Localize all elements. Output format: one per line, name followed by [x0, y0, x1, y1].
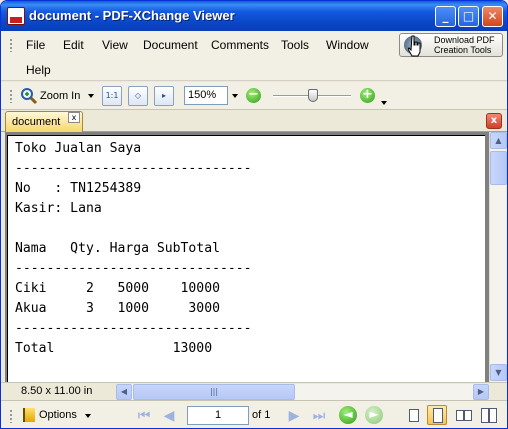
menu-bar: File Edit View Document Comments Tools W… [1, 31, 507, 81]
doc-line-store-name: Toko Jualan Saya [15, 141, 142, 156]
menu-file[interactable]: File [26, 38, 45, 52]
maximize-button[interactable]: □ [458, 6, 479, 27]
fit-page-icon[interactable]: ◇ [128, 86, 148, 106]
vertical-scroll-thumb[interactable] [490, 151, 507, 185]
doc-line-header: Nama Qty. Harga SubTotal [15, 241, 220, 256]
tab-close-icon[interactable]: x [68, 112, 80, 123]
doc-line-total: Total 13000 [15, 341, 213, 356]
zoom-level-input[interactable]: 150% [184, 86, 228, 105]
doc-line-separator: ------------------------------ [15, 261, 252, 276]
options-button[interactable]: Options [39, 409, 77, 421]
first-page-icon[interactable]: ⏮ [136, 408, 152, 424]
horizontal-scroll-thumb[interactable]: ||| [133, 384, 295, 400]
minimize-button[interactable]: _ [435, 6, 456, 27]
doc-line-number: No : TN1254389 [15, 181, 142, 196]
close-button[interactable]: ✕ [482, 6, 503, 27]
document-tab-strip: document x x [1, 110, 507, 132]
menu-edit[interactable]: Edit [63, 38, 84, 52]
scroll-down-button[interactable]: ▼ [490, 364, 507, 381]
forward-view-icon[interactable]: ► [365, 406, 383, 424]
next-page-icon[interactable]: ▶ [286, 408, 302, 424]
back-view-icon[interactable]: ◄ [339, 406, 357, 424]
doc-line-cashier: Kasir: Lana [15, 201, 102, 216]
tab-document-label: document [12, 116, 61, 128]
actual-size-icon[interactable]: 1:1 [102, 86, 122, 106]
menu-comments[interactable]: Comments [211, 38, 269, 52]
magnifier-icon[interactable] [20, 87, 38, 105]
menu-help[interactable]: Help [26, 63, 51, 77]
flag-icon[interactable] [23, 408, 35, 422]
horizontal-scrollbar[interactable]: ◀ ||| ▶ [116, 384, 489, 400]
page-count-label: of 1 [252, 409, 271, 421]
menu-window[interactable]: Window [326, 38, 369, 52]
zoom-in-label[interactable]: Zoom In [40, 90, 80, 102]
toolbar-grip-icon[interactable] [9, 89, 13, 103]
navigation-bar: Options ⏮ ◀ 1 of 1 ▶ ⏭ ◄ ► [1, 400, 507, 428]
window-title: document - PDF-XChange Viewer [29, 8, 235, 23]
zoom-slider-thumb[interactable] [308, 89, 318, 102]
zoom-level-dropdown-icon[interactable] [232, 94, 238, 98]
menu-grip-icon[interactable] [9, 38, 13, 52]
menu-view[interactable]: View [102, 38, 128, 52]
document-viewport[interactable]: Toko Jualan Saya -----------------------… [5, 132, 489, 382]
zoom-out-button[interactable]: − [246, 88, 261, 103]
app-window: document - PDF-XChange Viewer _ □ ✕ File… [0, 0, 508, 429]
doc-line-item: Ciki 2 5000 10000 [15, 281, 220, 296]
hand-cursor-icon [408, 35, 421, 57]
tab-document[interactable]: document x [5, 111, 83, 132]
doc-line-separator: ------------------------------ [15, 321, 252, 336]
page-size-label: 8.50 x 11.00 in [21, 385, 93, 397]
previous-page-icon[interactable]: ◀ [161, 408, 177, 424]
options-dropdown-icon[interactable] [85, 414, 91, 418]
toolbar-overflow-icon[interactable] [381, 101, 387, 105]
close-document-button[interactable]: x [486, 113, 502, 129]
facing-layout-icon[interactable] [453, 405, 473, 425]
toolbar: Zoom In 1:1 ◇ ▸ 150% − + [1, 82, 507, 110]
navbar-grip-icon[interactable] [9, 409, 13, 423]
title-bar[interactable]: document - PDF-XChange Viewer _ □ ✕ [1, 1, 507, 31]
last-page-icon[interactable]: ⏭ [311, 408, 327, 424]
scroll-up-button[interactable]: ▲ [490, 132, 507, 149]
menu-tools[interactable]: Tools [281, 38, 309, 52]
download-label-line1: Download PDF [434, 35, 495, 45]
zoom-tool-dropdown-icon[interactable] [88, 94, 94, 98]
single-page-layout-icon[interactable] [403, 405, 423, 425]
continuous-layout-icon[interactable] [427, 405, 447, 425]
pdf-app-icon[interactable] [7, 7, 25, 25]
download-label-line2: Creation Tools [434, 45, 492, 55]
current-page-input[interactable]: 1 [187, 406, 249, 425]
scroll-left-button[interactable]: ◀ [116, 384, 132, 400]
vertical-scrollbar[interactable]: ▲ ▼ [489, 132, 507, 382]
doc-line-item: Akua 3 1000 3000 [15, 301, 220, 316]
info-bar: 8.50 x 11.00 in ◀ ||| ▶ [1, 382, 507, 400]
zoom-in-button[interactable]: + [360, 88, 375, 103]
continuous-facing-layout-icon[interactable] [478, 405, 498, 425]
doc-line-separator: ------------------------------ [15, 161, 252, 176]
fit-width-icon[interactable]: ▸ [154, 86, 174, 106]
pdf-page[interactable]: Toko Jualan Saya -----------------------… [7, 135, 485, 382]
scroll-right-button[interactable]: ▶ [473, 384, 489, 400]
menu-document[interactable]: Document [143, 38, 198, 52]
